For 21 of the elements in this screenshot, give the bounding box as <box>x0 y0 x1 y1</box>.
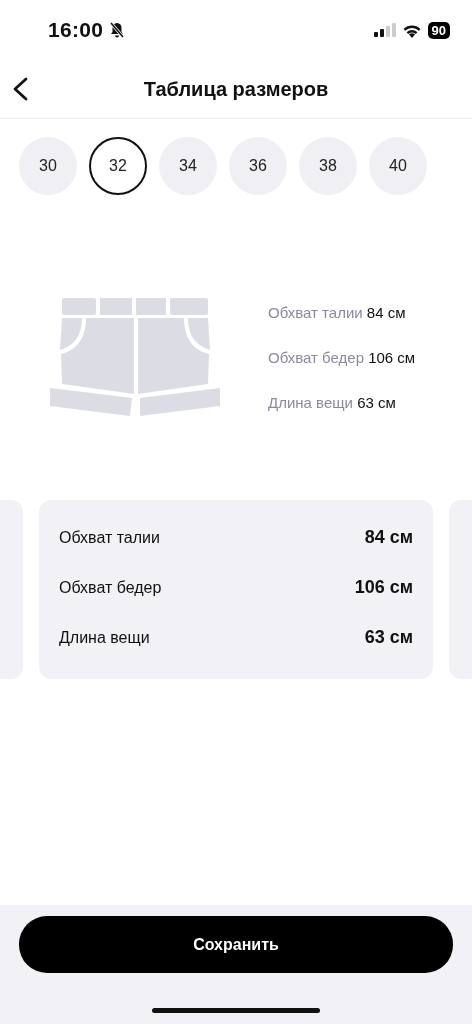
save-button[interactable]: Сохранить <box>19 916 453 973</box>
measurement-value: 106 см <box>354 577 413 598</box>
measurement-label: Длина вещи <box>59 628 150 647</box>
measurement-value: 63 см <box>364 627 413 648</box>
page-title: Таблица размеров <box>143 77 329 101</box>
size-option[interactable]: 34 <box>159 137 217 195</box>
size-option[interactable]: 30 <box>19 137 77 195</box>
measurement-text: Длина вещи 63 см <box>268 392 397 412</box>
size-option[interactable]: 40 <box>369 137 427 195</box>
size-option[interactable]: 36 <box>229 137 287 195</box>
status-time: 16:00 <box>48 18 104 42</box>
measurement-value: 84 см <box>364 527 413 548</box>
signal-icon <box>373 23 396 37</box>
battery-indicator: 90 <box>427 21 450 39</box>
muted-bell-icon <box>109 21 126 39</box>
measurement-text: Обхват бедер 106 см <box>268 347 416 367</box>
measurement-label: Обхват талии <box>59 528 160 547</box>
measurement-text: Обхват талии 84 см <box>268 302 407 322</box>
size-option[interactable]: 32 <box>89 137 147 195</box>
size-option[interactable]: 38 <box>299 137 357 195</box>
measurement-label: Обхват бедер <box>59 578 162 597</box>
